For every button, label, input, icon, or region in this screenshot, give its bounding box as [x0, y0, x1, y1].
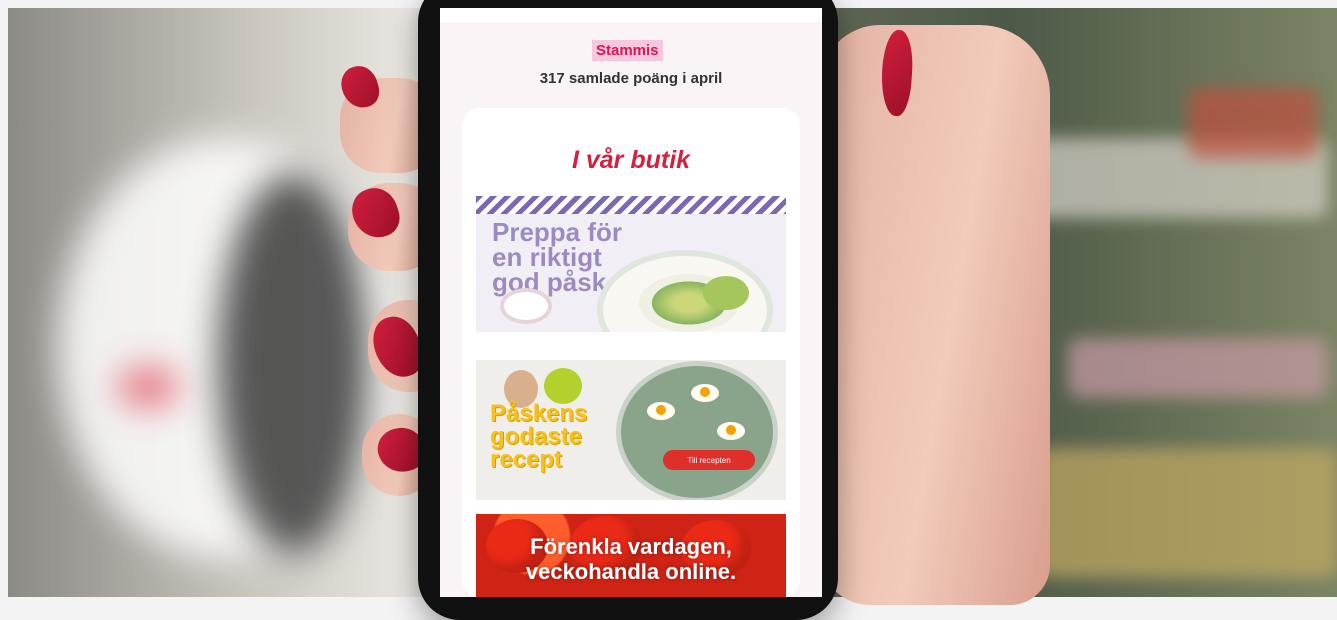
easter-egg-icon — [544, 368, 582, 404]
yolk-icon — [656, 405, 666, 415]
yolk-icon — [700, 387, 710, 397]
small-bowl-icon — [500, 288, 552, 324]
online-grocery-banner[interactable]: Förenkla vardagen, veckohandla online. — [476, 514, 786, 597]
section-title: I vår butik — [571, 146, 691, 174]
brand-badge: Stammis — [592, 40, 663, 61]
blurred-produce — [1038, 448, 1337, 578]
decorative-stripe — [476, 196, 786, 214]
yolk-icon — [726, 425, 736, 435]
herb-icon — [703, 276, 749, 310]
points-text: 317 samlade poäng i april — [539, 70, 723, 87]
status-bar — [440, 8, 822, 22]
easter-prep-banner[interactable]: Preppa för en riktigt god påsk — [476, 196, 786, 332]
blurred-produce — [1188, 88, 1318, 158]
easter-recipes-banner[interactable]: Påskens godaste recept Till recepten — [476, 360, 786, 500]
egg-salad-plate-icon — [616, 361, 778, 500]
right-hand — [820, 25, 1050, 605]
banner-headline: Förenkla vardagen, veckohandla online. — [525, 534, 737, 584]
blurred-apron — [218, 173, 368, 553]
blurred-shelf — [1068, 338, 1328, 398]
phone-screen: Stammis 317 samlade poäng i april I vår … — [440, 8, 822, 597]
recipes-button[interactable]: Till recepten — [663, 450, 755, 470]
blurred-logo — [118, 368, 178, 406]
